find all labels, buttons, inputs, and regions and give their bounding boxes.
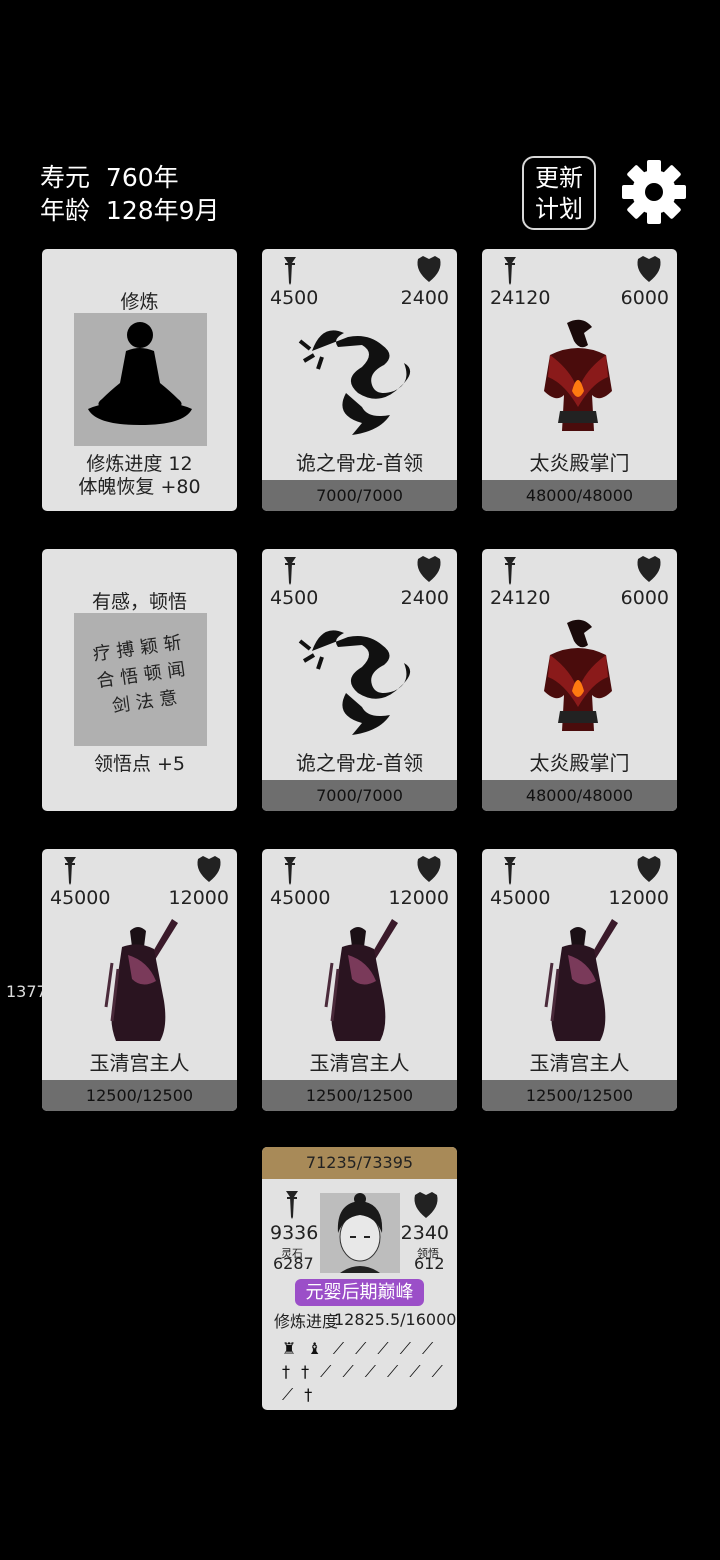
settings-gear-icon[interactable] <box>620 158 688 226</box>
body-recover: 体魄恢复 +80 <box>78 476 201 498</box>
enemy-defense: 2400 <box>400 287 449 309</box>
enemy-name: 玉清宫主人 <box>309 1051 410 1075</box>
enemy-defense: 12000 <box>388 887 449 909</box>
stone-value: 6287 <box>273 1254 314 1273</box>
enemy-card[interactable]: 4500 2400 诡之骨龙-首领 7000/7000 <box>262 549 457 811</box>
enemy-name: 玉清宫主人 <box>529 1051 630 1075</box>
flame-demon-icon <box>544 619 612 731</box>
attack-sword-icon <box>286 1191 298 1219</box>
cultivate-card[interactable]: 修炼 修炼进度 12 体魄恢复 +80 <box>42 249 237 511</box>
enemy-hp-bar: 12500/12500 <box>262 1080 457 1111</box>
insight-points: 领悟点 +5 <box>93 753 186 775</box>
insight-card[interactable]: 有感，顿悟 疗 搏 颖 斩 合 悟 顿 闻 剑 法 意 领悟点 +5 <box>42 549 237 811</box>
enemy-attack: 45000 <box>270 887 331 909</box>
palace-lady-icon <box>324 919 398 1041</box>
age-line: 年龄 128年9月 <box>40 191 220 227</box>
enemy-hp-bar: 7000/7000 <box>262 780 457 811</box>
enemy-name: 太炎殿掌门 <box>529 451 630 475</box>
defense-shield-icon <box>414 1192 438 1218</box>
realm-badge: 元婴后期巅峰 <box>295 1279 424 1306</box>
enemy-name: 诡之骨龙-首领 <box>295 751 424 775</box>
palace-lady-icon <box>544 919 618 1041</box>
enemy-card[interactable]: 45000 12000 玉清宫主人 12500/12500 <box>482 849 677 1111</box>
player-attack: 9336 <box>270 1222 319 1244</box>
flame-demon-icon <box>544 319 612 431</box>
defense-shield-icon <box>637 256 661 282</box>
enemy-name: 诡之骨龙-首领 <box>295 451 424 475</box>
enemy-card[interactable]: 45000 12000 玉清宫主人 12500/12500 <box>42 849 237 1111</box>
enemy-defense: 12000 <box>608 887 669 909</box>
enemy-defense: 6000 <box>620 587 669 609</box>
defense-shield-icon <box>417 556 441 582</box>
lifespan-value: 760年 <box>105 163 179 192</box>
attack-sword-icon <box>504 857 516 885</box>
progress-value: 12825.5/16000 <box>334 1310 457 1329</box>
enemy-card[interactable]: 45000 12000 玉清宫主人 12500/12500 <box>262 849 457 1111</box>
enemy-name: 玉清宫主人 <box>89 1051 190 1075</box>
meditation-image <box>74 313 207 446</box>
insight-value: 612 <box>414 1254 445 1273</box>
defense-shield-icon <box>637 556 661 582</box>
player-hp: 71235/73395 <box>262 1147 457 1179</box>
attack-sword-icon <box>284 557 296 585</box>
enemy-hp-bar: 48000/48000 <box>482 480 677 511</box>
enemy-hp-bar: 48000/48000 <box>482 780 677 811</box>
enemy-attack: 45000 <box>490 887 551 909</box>
enemy-name: 太炎殿掌门 <box>529 751 630 775</box>
age-value: 128年9月 <box>105 196 220 225</box>
enemy-hp-bar: 12500/12500 <box>482 1080 677 1111</box>
enemy-hp-bar: 7000/7000 <box>262 480 457 511</box>
player-defense: 2340 <box>400 1222 449 1244</box>
player-avatar <box>320 1193 400 1273</box>
cultivate-title: 修炼 <box>120 291 159 313</box>
enemy-attack: 4500 <box>270 587 319 609</box>
enemy-defense: 2400 <box>400 587 449 609</box>
defense-shield-icon <box>637 856 661 882</box>
attack-sword-icon <box>504 257 516 285</box>
enemy-card[interactable]: 24120 6000 太炎殿掌门 48000/48000 <box>482 249 677 511</box>
dragon-icon <box>298 630 411 735</box>
insight-image: 疗 搏 颖 斩 合 悟 顿 闻 剑 法 意 <box>74 613 207 746</box>
dragon-icon <box>298 330 411 435</box>
enemy-card[interactable]: 24120 6000 太炎殿掌门 48000/48000 <box>482 549 677 811</box>
lifespan-line: 寿元 760年 <box>40 158 179 194</box>
enemy-defense: 6000 <box>620 287 669 309</box>
weapon-inventory[interactable]: ♜ ♝ ⟋ ⟋ ⟋ ⟋ ⟋ † † ⟋ ⟋ ⟋ ⟋ ⟋ ⟋ ⟋ † <box>282 1337 452 1406</box>
defense-shield-icon <box>417 256 441 282</box>
insight-glyphs: 疗 搏 颖 斩 合 悟 顿 闻 剑 法 意 <box>91 632 187 718</box>
meditation-icon <box>88 322 192 425</box>
palace-lady-icon <box>104 919 178 1041</box>
enemy-defense: 12000 <box>168 887 229 909</box>
progress-label: 修炼进度 <box>274 1312 339 1331</box>
attack-sword-icon <box>504 557 516 585</box>
insight-title: 有感，顿悟 <box>91 591 187 613</box>
attack-sword-icon <box>64 857 76 885</box>
lifespan-label: 寿元 <box>40 163 91 192</box>
side-number: 1377 <box>6 982 47 1001</box>
update-plan-button[interactable]: 更新 计划 <box>522 156 596 230</box>
enemy-attack: 24120 <box>490 287 551 309</box>
player-card[interactable]: 71235/73395 9336 2340 灵石 6287 领悟 612 元婴后… <box>262 1147 457 1410</box>
update-label-2: 计划 <box>535 195 583 223</box>
enemy-attack: 24120 <box>490 587 551 609</box>
defense-shield-icon <box>197 856 221 882</box>
defense-shield-icon <box>417 856 441 882</box>
attack-sword-icon <box>284 257 296 285</box>
enemy-attack: 4500 <box>270 287 319 309</box>
avatar-portrait-icon <box>337 1193 383 1273</box>
enemy-attack: 45000 <box>50 887 111 909</box>
attack-sword-icon <box>284 857 296 885</box>
update-label-1: 更新 <box>535 164 583 192</box>
age-label: 年龄 <box>40 196 91 225</box>
enemy-card[interactable]: 4500 2400 诡之骨龙-首领 7000/7000 <box>262 249 457 511</box>
enemy-hp-bar: 12500/12500 <box>42 1080 237 1111</box>
